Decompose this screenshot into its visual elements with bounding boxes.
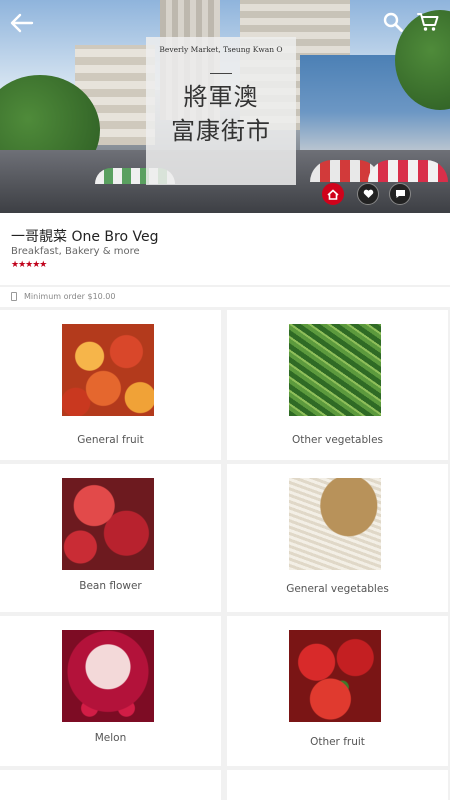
category-label: General fruit (77, 434, 144, 446)
category-tile-general-fruit[interactable]: General fruit (0, 310, 221, 460)
chat-glyph (395, 190, 405, 198)
minimum-order-bar: Minimum order $10.00 (0, 287, 450, 307)
heart-glyph (363, 189, 373, 198)
store-info: 一哥靚菜 One Bro Veg Breakfast, Bakery & mor… (0, 213, 450, 285)
category-image (62, 478, 154, 570)
category-tile-bean-flower[interactable]: Bean flower (0, 464, 221, 612)
category-tile-other-vegetables[interactable]: Other vegetables (227, 310, 448, 460)
market-sign-line1: 將軍澳 (183, 83, 259, 111)
search-icon[interactable] (383, 12, 403, 32)
category-image (62, 324, 154, 416)
arrow-left-icon[interactable] (10, 12, 34, 34)
category-image (289, 324, 381, 416)
market-sign-rule (210, 73, 232, 74)
chat-icon[interactable] (389, 183, 411, 205)
category-image (289, 478, 381, 570)
category-tile[interactable] (0, 770, 221, 800)
category-label: Other fruit (310, 736, 365, 748)
rating-stars: ★★★★★ (11, 260, 47, 270)
category-label: General vegetables (286, 583, 389, 595)
phone-icon (11, 292, 17, 301)
market-sign-line2: 富康街市 (171, 117, 271, 145)
store-name: 一哥靚菜 One Bro Veg (11, 229, 159, 245)
category-tile-other-fruit[interactable]: Other fruit (227, 616, 448, 766)
category-tile-melon[interactable]: Melon (0, 616, 221, 766)
category-label: Other vegetables (291, 434, 383, 446)
store-screen: Beverly Market, Tseung Kwan O 將軍澳 富康街市 一… (0, 0, 450, 800)
heart-icon[interactable] (357, 183, 379, 205)
category-tile[interactable] (227, 770, 448, 800)
category-label: Bean flower (79, 580, 142, 592)
category-tile-general-vegetables[interactable]: General vegetables (227, 464, 448, 612)
home-glyph (327, 188, 339, 200)
cart-icon[interactable] (417, 12, 439, 32)
home-icon[interactable] (322, 183, 344, 205)
store-category: Breakfast, Bakery & more (11, 246, 140, 257)
top-bar (0, 0, 450, 46)
category-label: Melon (94, 732, 127, 744)
banner-umbrella (368, 160, 448, 182)
category-image (289, 630, 381, 722)
minimum-order-text: Minimum order $10.00 (24, 292, 116, 301)
category-image (62, 630, 154, 722)
market-sign: Beverly Market, Tseung Kwan O 將軍澳 富康街市 (146, 37, 296, 185)
market-sign-subtitle: Beverly Market, Tseung Kwan O (159, 45, 283, 54)
